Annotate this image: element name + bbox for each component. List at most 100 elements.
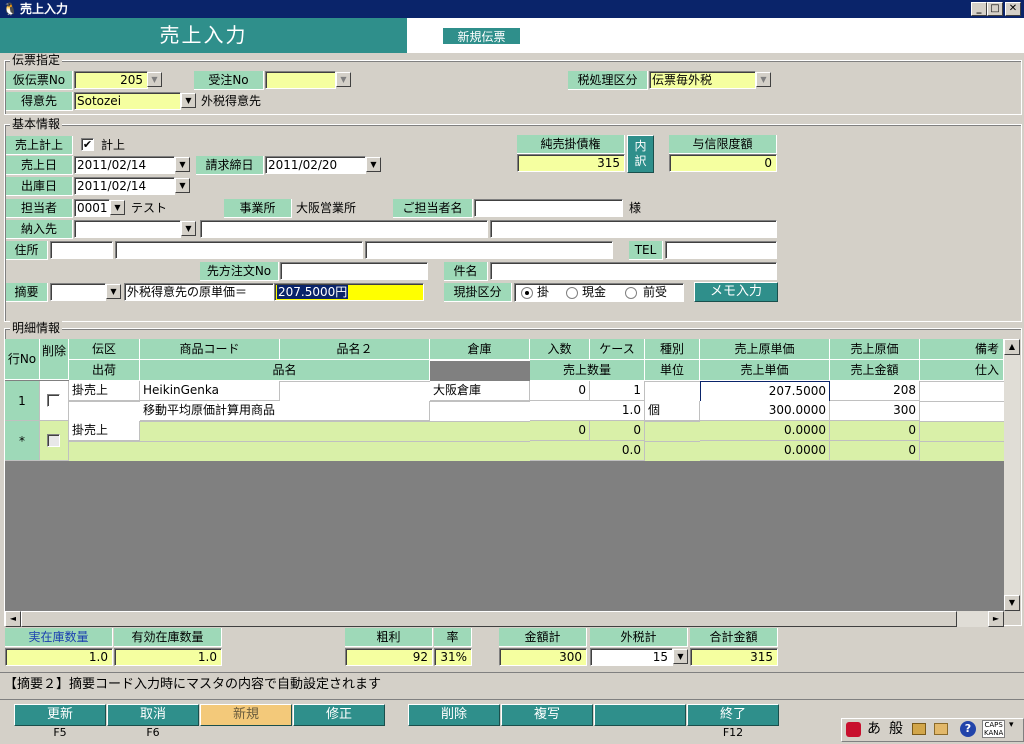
row-shiire[interactable]	[920, 441, 1004, 442]
row-soko[interactable]	[430, 421, 530, 422]
row-genka[interactable]: 208	[830, 381, 920, 401]
restore-button[interactable]: □	[987, 2, 1003, 16]
zip-field[interactable]	[50, 241, 113, 259]
ime-conversion-icon[interactable]: 般	[889, 720, 903, 738]
uriage-date-field[interactable]: 2011/02/14	[74, 156, 175, 174]
row-delete-checkbox[interactable]	[47, 434, 60, 447]
genkake-radio-kake[interactable]	[521, 287, 533, 299]
f11-blank-button[interactable]	[594, 704, 686, 726]
memo-button[interactable]: メモ入力	[694, 282, 778, 302]
tanto-dropdown-icon[interactable]: ▼	[110, 200, 125, 215]
shukko-date-field[interactable]: 2011/02/14	[74, 177, 175, 195]
hscroll-thumb[interactable]	[21, 611, 957, 627]
row-hinmei[interactable]	[140, 441, 430, 442]
ime-mode-icon[interactable]: あ	[867, 720, 881, 738]
f9-delete-button[interactable]: 削除	[408, 704, 500, 726]
row-case[interactable]: 0	[590, 421, 645, 441]
row-shubetsu[interactable]	[645, 421, 700, 422]
table-row[interactable]: 1 掛売上 HeikinGenka 大阪倉庫 0 1 207.5000 208 …	[5, 381, 1004, 421]
row-soko[interactable]: 大阪倉庫	[430, 381, 530, 401]
row-tanka[interactable]: 0.0000	[700, 441, 830, 461]
row-shiire[interactable]	[920, 401, 1004, 402]
row-suryo[interactable]: 0.0	[530, 441, 645, 461]
ime-tool-icon[interactable]	[934, 723, 948, 735]
row-genka-tanka[interactable]: 207.5000	[700, 381, 830, 402]
sotozei-dropdown-icon[interactable]: ▼	[673, 649, 688, 664]
row-code[interactable]: HeikinGenka	[140, 381, 280, 401]
tekiyo-value-field[interactable]: 207.5000円	[274, 283, 424, 301]
ime-logo-icon[interactable]	[846, 722, 861, 737]
nonyu-name2-field[interactable]	[490, 220, 777, 238]
minimize-button[interactable]: _	[971, 2, 987, 16]
row-tani[interactable]	[645, 441, 700, 442]
row-tani[interactable]: 個	[645, 401, 700, 421]
close-button[interactable]: ✕	[1005, 2, 1021, 16]
f10-copy-button[interactable]: 複写	[501, 704, 593, 726]
scroll-up-icon[interactable]: ▲	[1004, 339, 1020, 355]
keijo-checkbox[interactable]: ✔	[81, 138, 94, 151]
row-genka[interactable]: 0	[830, 421, 920, 441]
sakichu-field[interactable]	[280, 262, 428, 280]
row-irisu[interactable]: 0	[530, 381, 590, 401]
row-kingaku[interactable]: 300	[830, 401, 920, 421]
f12-exit-button[interactable]: 終了	[687, 704, 779, 726]
uriage-dropdown-icon[interactable]: ▼	[175, 157, 190, 172]
row-biko[interactable]	[920, 381, 1004, 382]
shukko-dropdown-icon[interactable]: ▼	[175, 178, 190, 193]
tanto-code-field[interactable]: 0001	[74, 199, 110, 217]
zei-field[interactable]: 伝票毎外税	[649, 71, 756, 89]
scroll-down-icon[interactable]: ▼	[1004, 595, 1020, 611]
row-biko[interactable]	[920, 421, 1004, 422]
row-denku[interactable]: 掛売上	[69, 381, 140, 401]
row-shukka[interactable]	[69, 401, 140, 402]
address2-field[interactable]	[365, 241, 613, 259]
f8-edit-button[interactable]: 修正	[293, 704, 385, 726]
row-shukka[interactable]	[69, 441, 140, 442]
row-hinmei2[interactable]	[280, 381, 430, 382]
genkake-radio-genkin[interactable]	[566, 287, 578, 299]
row-delete-checkbox[interactable]	[47, 394, 60, 407]
zei-dropdown-icon[interactable]: ▼	[756, 72, 771, 87]
table-row[interactable]: * 掛売上 0 0 0.0000 0 0.0 0.0000 0	[5, 421, 1004, 461]
genkake-radio-maeuke[interactable]	[625, 287, 637, 299]
row-kingaku[interactable]: 0	[830, 441, 920, 461]
row-denku[interactable]: 掛売上	[69, 421, 140, 441]
row-shubetsu[interactable]	[645, 381, 700, 382]
uchiwake-button[interactable]: 内 訳	[627, 135, 654, 173]
tokui-dropdown-icon[interactable]: ▼	[181, 93, 196, 108]
tel-field[interactable]	[665, 241, 777, 259]
row-hinmei[interactable]: 移動平均原価計算用商品	[140, 401, 430, 421]
address1-field[interactable]	[115, 241, 363, 259]
gotanto-field[interactable]	[474, 199, 623, 217]
scroll-right-icon[interactable]: ►	[988, 611, 1004, 627]
tokui-field[interactable]: Sotozei	[74, 92, 181, 110]
row-genka-tanka[interactable]: 0.0000	[700, 421, 830, 441]
sotozei-value[interactable]: 15	[590, 648, 673, 666]
row-hinmei2[interactable]	[280, 421, 430, 422]
grid-hscrollbar[interactable]: ◄ ►	[5, 611, 1004, 627]
kari-no-dropdown-icon[interactable]: ▼	[147, 72, 162, 87]
tray-menu-icon[interactable]: ▾	[1009, 721, 1014, 730]
tekiyo-code-field[interactable]	[50, 283, 106, 301]
grid-vscrollbar[interactable]: ▲ ▼	[1004, 339, 1020, 611]
help-icon[interactable]: ?	[960, 721, 976, 737]
juchu-field[interactable]	[265, 71, 336, 89]
nonyu-dropdown-icon[interactable]: ▼	[181, 221, 196, 236]
nonyu-code-field[interactable]	[74, 220, 181, 238]
row-code[interactable]	[140, 421, 280, 422]
row-tanka[interactable]: 300.0000	[700, 401, 830, 421]
ime-pad-icon[interactable]	[912, 723, 926, 735]
tekiyo-dropdown-icon[interactable]: ▼	[106, 284, 121, 299]
seikyu-date-field[interactable]: 2011/02/20	[265, 156, 366, 174]
f6-cancel-button[interactable]: 取消	[107, 704, 199, 726]
scroll-left-icon[interactable]: ◄	[5, 611, 21, 627]
kari-no-field[interactable]: 205	[74, 71, 148, 89]
row-irisu[interactable]: 0	[530, 421, 590, 441]
nonyu-name-field[interactable]	[200, 220, 488, 238]
f7-new-button[interactable]: 新規	[200, 704, 292, 726]
row-case[interactable]: 1	[590, 381, 645, 401]
row-suryo[interactable]: 1.0	[530, 401, 645, 421]
seikyu-dropdown-icon[interactable]: ▼	[366, 157, 381, 172]
juchu-dropdown-icon[interactable]: ▼	[336, 72, 351, 87]
kenmei-field[interactable]	[490, 262, 777, 280]
